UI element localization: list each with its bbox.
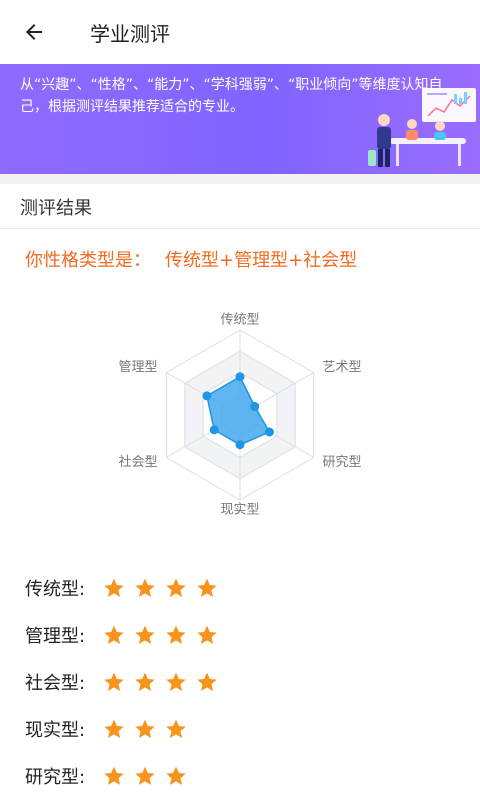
radar-axis-label: 社会型 xyxy=(119,454,158,470)
rating-label: 社会型: xyxy=(25,672,86,694)
rating-row: 传统型: xyxy=(25,564,465,611)
star-icon xyxy=(166,625,186,644)
star-icon xyxy=(197,578,217,597)
star-icon xyxy=(135,719,155,738)
section-divider xyxy=(0,174,480,184)
rating-row: 管理型: xyxy=(25,611,465,658)
rating-label: 管理型: xyxy=(25,625,86,647)
rating-row: 社会型: xyxy=(25,658,465,705)
page-title: 学业测评 xyxy=(90,21,170,46)
star-rating xyxy=(103,577,227,599)
radar-data-point xyxy=(235,372,245,382)
rating-row: 研究型: xyxy=(25,752,465,799)
section-title: 测评结果 xyxy=(20,198,92,219)
radar-axis-label: 艺术型 xyxy=(322,360,361,375)
star-rating xyxy=(103,624,227,646)
personality-result: 你性格类型是： 传统型+管理型+社会型 xyxy=(25,246,357,272)
rating-label: 传统型: xyxy=(25,578,86,600)
star-icon xyxy=(166,672,186,691)
star-icon xyxy=(135,625,155,644)
star-icon xyxy=(166,719,186,738)
radar-axis-label: 研究型 xyxy=(322,455,361,470)
radar-data-point xyxy=(202,391,212,401)
star-rating xyxy=(103,718,196,740)
star-icon xyxy=(197,625,217,644)
radar-data-point xyxy=(235,440,245,450)
radar-chart: 传统型艺术型研究型现实型 社会型 管理型 xyxy=(119,312,362,518)
intro-banner: 从“兴趣”、“性格”、“能力”、“学科强弱”、“职业倾向”等维度认知自己，根据测… xyxy=(0,64,480,174)
radar-axis-label: 管理型 xyxy=(119,360,158,375)
rating-list: 传统型: 管理型: 社会型: 现实型: 研究型: xyxy=(25,564,465,799)
rating-label: 研究型: xyxy=(25,766,86,788)
radar-data-point xyxy=(250,402,260,411)
star-icon xyxy=(104,766,124,785)
star-icon xyxy=(166,578,186,597)
star-icon xyxy=(104,578,124,597)
radar-axis-label: 现实型 xyxy=(220,503,259,518)
personality-prefix: 你性格类型是： xyxy=(25,250,151,271)
rating-row: 现实型: xyxy=(25,705,465,752)
star-icon xyxy=(197,672,217,691)
star-rating xyxy=(103,671,227,693)
arrow-left-icon xyxy=(26,24,42,40)
office-meeting-illustration xyxy=(368,88,476,167)
result-section-header: 测评结果 xyxy=(0,184,480,229)
star-icon xyxy=(135,578,155,597)
radar-axis-label: 传统型 xyxy=(220,312,259,327)
star-icon xyxy=(166,766,186,785)
star-icon xyxy=(104,672,124,691)
app-bar: 学业测评 xyxy=(0,0,480,64)
star-icon xyxy=(135,672,155,691)
star-icon xyxy=(135,766,155,785)
radar-data-point xyxy=(209,425,219,435)
star-rating xyxy=(103,765,196,787)
radar-data-point xyxy=(264,427,274,437)
rating-label: 现实型: xyxy=(25,719,86,741)
back-button[interactable] xyxy=(12,10,56,54)
personality-types: 传统型+管理型+社会型 xyxy=(165,250,358,271)
star-icon xyxy=(104,719,124,738)
star-icon xyxy=(104,625,124,644)
